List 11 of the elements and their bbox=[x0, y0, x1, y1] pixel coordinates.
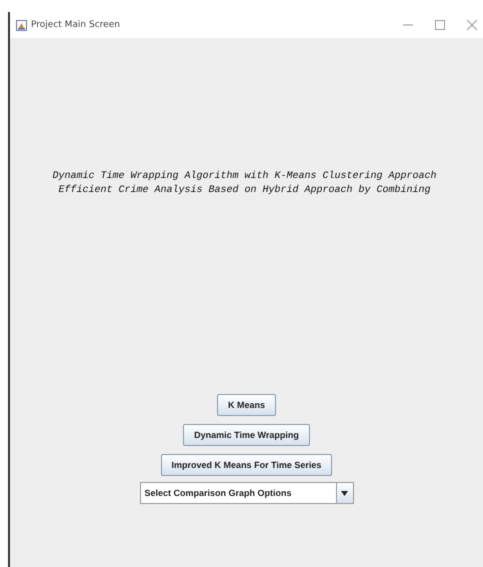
dropdown-arrow-icon bbox=[341, 490, 348, 496]
heading-line: Dynamic Time Wrapping Algorithm with K-Means Clustering Approach bbox=[52, 171, 437, 182]
action-button[interactable]: Improved K Means For Time Series bbox=[160, 454, 332, 476]
action-button[interactable]: K Means bbox=[216, 394, 276, 416]
maximize-icon[interactable] bbox=[435, 20, 445, 30]
close-icon[interactable] bbox=[467, 20, 477, 30]
comparison-dropdown[interactable]: Select Comparison Graph Options bbox=[140, 482, 354, 504]
heading-line: Efficient Crime Analysis Based on Hybrid Approach by Combining bbox=[58, 185, 431, 196]
app-icon bbox=[16, 20, 27, 30]
window-title: Project Main Screen bbox=[31, 20, 120, 30]
action-button[interactable]: Dynamic Time Wrapping bbox=[183, 424, 310, 446]
